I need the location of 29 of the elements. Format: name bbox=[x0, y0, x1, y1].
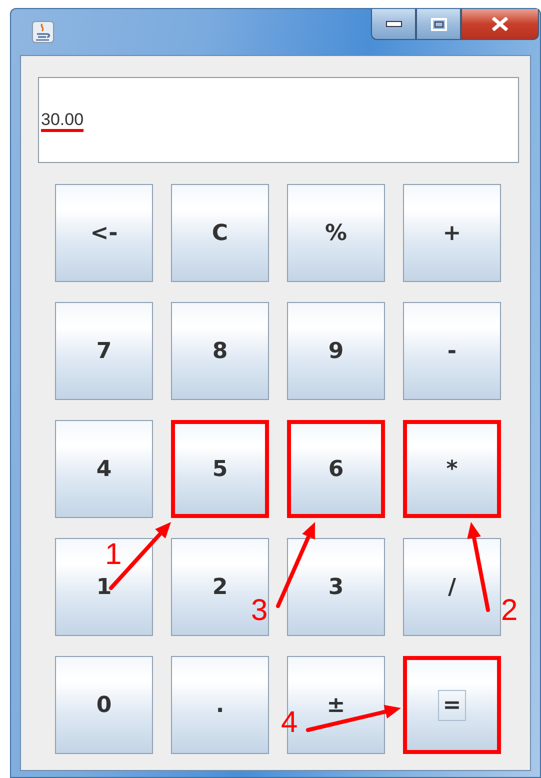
step-number: 1 bbox=[105, 540, 122, 570]
calculator-key[interactable]: * bbox=[403, 420, 501, 518]
calculator-key[interactable]: % bbox=[287, 184, 385, 282]
calculator-key[interactable]: 6 bbox=[287, 420, 385, 518]
minimize-icon bbox=[386, 21, 402, 27]
display-field[interactable]: 30.00 bbox=[38, 77, 519, 163]
calculator-key[interactable]: 3 bbox=[287, 538, 385, 636]
arrow bbox=[109, 522, 171, 590]
calculator-key[interactable]: = bbox=[403, 656, 501, 754]
close-icon bbox=[491, 17, 509, 31]
calculator-key[interactable]: 5 bbox=[171, 420, 269, 518]
close-button[interactable] bbox=[461, 9, 539, 40]
calculator-key[interactable]: 7 bbox=[55, 302, 153, 400]
calculator-key[interactable]: . bbox=[171, 656, 269, 754]
calculator-key[interactable]: C bbox=[171, 184, 269, 282]
coffee-cup-icon bbox=[32, 21, 54, 43]
step-number: 2 bbox=[501, 596, 518, 626]
minimize-button[interactable] bbox=[371, 9, 416, 40]
calculator-key[interactable]: 4 bbox=[55, 420, 153, 518]
calculator-key[interactable]: + bbox=[403, 184, 501, 282]
step-number: 3 bbox=[251, 596, 268, 626]
calculator-key[interactable]: - bbox=[403, 302, 501, 400]
maximize-button[interactable] bbox=[416, 9, 461, 40]
calculator-key[interactable]: 9 bbox=[287, 302, 385, 400]
calculator-key[interactable]: <- bbox=[55, 184, 153, 282]
calculator-key[interactable]: 8 bbox=[171, 302, 269, 400]
maximize-icon bbox=[430, 18, 446, 30]
calculator-key[interactable]: / bbox=[403, 538, 501, 636]
calculator-key[interactable]: 0 bbox=[55, 656, 153, 754]
